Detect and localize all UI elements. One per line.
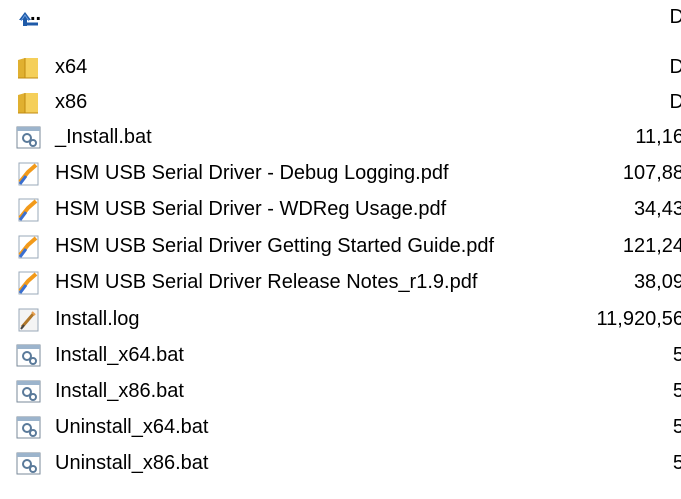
list-item-folder-x64[interactable]: x64 D [0, 50, 681, 84]
list-item-file[interactable]: Install.log 11,920,56 [0, 302, 681, 336]
file-size: 5 [672, 344, 681, 366]
list-item-file[interactable]: Uninstall_x64.bat 5 [0, 410, 681, 444]
list-item-file[interactable]: Install_x64.bat 5 [0, 338, 681, 372]
file-size: 11,16 [635, 126, 681, 148]
file-size: 5 [672, 416, 681, 438]
folder-icon [16, 91, 42, 115]
log-file-icon [16, 308, 42, 332]
file-name: Uninstall_x86.bat [55, 452, 209, 474]
list-item-folder-x86[interactable]: x86 D [0, 85, 681, 119]
list-item-file[interactable]: HSM USB Serial Driver - WDReg Usage.pdf … [0, 192, 681, 226]
file-size: 5 [672, 380, 681, 402]
file-name: Uninstall_x64.bat [55, 416, 209, 438]
pdf-file-icon [16, 198, 42, 222]
file-name: x64 [55, 56, 88, 78]
list-item-file[interactable]: HSM USB Serial Driver - Debug Logging.pd… [0, 156, 681, 190]
file-name: HSM USB Serial Driver - Debug Logging.pd… [55, 162, 449, 184]
list-item-up-folder[interactable]: .. D [0, 0, 681, 34]
file-name: HSM USB Serial Driver Release Notes_r1.9… [55, 271, 478, 293]
file-size: D [669, 91, 681, 113]
file-name: .. [30, 3, 42, 25]
file-name: Install_x86.bat [55, 380, 184, 402]
batch-file-icon [16, 126, 42, 150]
folder-icon [16, 56, 42, 80]
file-size: 11,920,56 [596, 308, 681, 330]
batch-file-icon [16, 452, 42, 476]
list-item-file[interactable]: HSM USB Serial Driver Release Notes_r1.9… [0, 265, 681, 299]
pdf-file-icon [16, 235, 42, 259]
list-item-file[interactable]: Uninstall_x86.bat 5 [0, 446, 681, 480]
file-size: 5 [672, 452, 681, 474]
file-name: x86 [55, 91, 88, 113]
file-name: _Install.bat [55, 126, 152, 148]
file-size: D [669, 6, 681, 28]
batch-file-icon [16, 344, 42, 368]
file-size: 107,88 [622, 162, 681, 184]
batch-file-icon [16, 380, 42, 404]
batch-file-icon [16, 416, 42, 440]
file-size: D [669, 56, 681, 78]
list-item-file[interactable]: HSM USB Serial Driver Getting Started Gu… [0, 229, 681, 263]
pdf-file-icon [16, 162, 42, 186]
file-name: Install.log [55, 308, 140, 330]
file-name: HSM USB Serial Driver Getting Started Gu… [55, 235, 495, 257]
list-item-file[interactable]: Install_x86.bat 5 [0, 374, 681, 408]
file-size: 34,43 [633, 198, 681, 220]
file-size: 121,24 [622, 235, 681, 257]
file-name: Install_x64.bat [55, 344, 184, 366]
list-item-file[interactable]: _Install.bat 11,16 [0, 120, 681, 154]
file-size: 38,09 [633, 271, 681, 293]
file-list: .. D x64 D x86 D _Install.bat 11,16 HSM … [0, 0, 681, 499]
pdf-file-icon [16, 271, 42, 295]
file-name: HSM USB Serial Driver - WDReg Usage.pdf [55, 198, 447, 220]
